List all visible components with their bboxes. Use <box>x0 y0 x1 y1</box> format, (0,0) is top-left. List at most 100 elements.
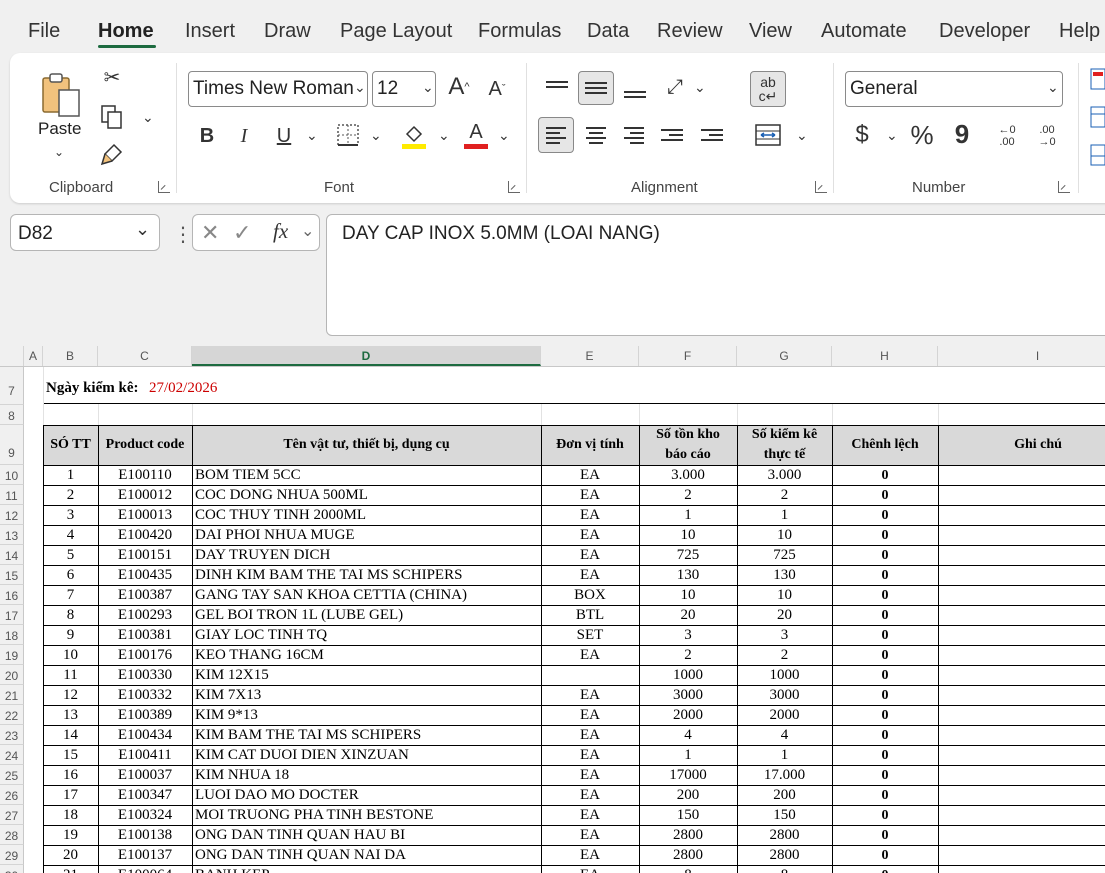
cell-name[interactable]: KIM 12X15 <box>195 666 544 685</box>
cut-icon[interactable]: ✂ <box>100 65 124 89</box>
cell-diff[interactable]: 0 <box>832 786 938 805</box>
column-header-selected[interactable]: D <box>192 346 541 366</box>
cell-diff[interactable]: 0 <box>832 546 938 565</box>
row-header[interactable]: 22 <box>0 705 24 725</box>
cell-name[interactable]: DAY TRUYEN DICH <box>195 546 544 565</box>
cell-name[interactable]: DINH KIM BAM THE TAI MS SCHIPERS <box>195 566 544 585</box>
cell-diff[interactable]: 0 <box>832 626 938 645</box>
cell-unit[interactable]: EA <box>541 806 639 825</box>
cell-diff[interactable]: 0 <box>832 566 938 585</box>
cell-unit[interactable]: EA <box>541 846 639 865</box>
conditional-format-icon[interactable] <box>1090 67 1105 91</box>
percent-icon[interactable]: % <box>908 119 936 151</box>
row-header[interactable]: 27 <box>0 805 24 825</box>
cell-stt[interactable]: 10 <box>43 646 98 665</box>
cell-diff[interactable]: 0 <box>832 686 938 705</box>
cell-diff[interactable]: 0 <box>832 466 938 485</box>
cell-reported[interactable]: 4 <box>639 726 737 745</box>
row-header[interactable]: 20 <box>0 665 24 685</box>
align-middle-icon[interactable] <box>578 71 614 105</box>
cell-code[interactable]: E100420 <box>98 526 192 545</box>
row-header[interactable]: 9 <box>0 425 24 465</box>
row-header[interactable]: 8 <box>0 405 24 425</box>
decrease-indent-icon[interactable] <box>658 119 686 151</box>
row-header[interactable]: 21 <box>0 685 24 705</box>
cell-actual[interactable]: 2000 <box>737 706 832 725</box>
cell-unit[interactable]: EA <box>541 826 639 845</box>
cell-diff[interactable]: 0 <box>832 866 938 873</box>
cell-actual[interactable]: 1 <box>737 746 832 765</box>
format-painter-icon[interactable] <box>98 141 126 167</box>
row-header[interactable]: 23 <box>0 725 24 745</box>
cell-stt[interactable]: 15 <box>43 746 98 765</box>
tab-page-layout[interactable]: Page Layout <box>340 20 452 43</box>
cell-reported[interactable]: 2 <box>639 486 737 505</box>
cell-actual[interactable]: 2800 <box>737 826 832 845</box>
cell-name[interactable]: KIM BAM THE TAI MS SCHIPERS <box>195 726 544 745</box>
row-header[interactable]: 14 <box>0 545 24 565</box>
cell-code[interactable]: E100347 <box>98 786 192 805</box>
cell-reported[interactable]: 3.000 <box>639 466 737 485</box>
insert-function-icon[interactable]: fx <box>273 219 288 244</box>
font-name-chevron-icon[interactable]: ⌄ <box>354 79 366 96</box>
cell-stt[interactable]: 2 <box>43 486 98 505</box>
cell-reported[interactable]: 2800 <box>639 826 737 845</box>
merge-chevron-icon[interactable]: ⌄ <box>796 127 808 144</box>
column-header[interactable]: E <box>541 346 639 366</box>
cell-unit[interactable]: BOX <box>541 586 639 605</box>
cell-name[interactable]: KIM CAT DUOI DIEN XINZUAN <box>195 746 544 765</box>
align-center-icon[interactable] <box>582 119 610 151</box>
row-header[interactable]: 30 <box>0 865 24 873</box>
cell-code[interactable]: E100330 <box>98 666 192 685</box>
currency-chevron-icon[interactable]: ⌄ <box>886 127 898 144</box>
underline-button[interactable]: U <box>272 121 296 151</box>
cell-unit[interactable]: EA <box>541 486 639 505</box>
name-box[interactable]: D82 ⌄ <box>10 214 160 251</box>
cell-stt[interactable]: 4 <box>43 526 98 545</box>
cell-unit[interactable]: EA <box>541 546 639 565</box>
row-header[interactable]: 28 <box>0 825 24 845</box>
cell-code[interactable]: E100037 <box>98 766 192 785</box>
tab-file[interactable]: File <box>28 20 60 43</box>
underline-chevron-icon[interactable]: ⌄ <box>306 127 318 144</box>
tab-draw[interactable]: Draw <box>264 20 311 43</box>
cell-actual[interactable]: 17.000 <box>737 766 832 785</box>
cell-name[interactable]: KIM 7X13 <box>195 686 544 705</box>
row-header[interactable]: 16 <box>0 585 24 605</box>
cell-diff[interactable]: 0 <box>832 666 938 685</box>
cell-stt[interactable]: 20 <box>43 846 98 865</box>
cell-code[interactable]: E100434 <box>98 726 192 745</box>
cell-code[interactable]: E100293 <box>98 606 192 625</box>
cell-name[interactable]: GEL BOI TRON 1L (LUBE GEL) <box>195 606 544 625</box>
shrink-font-icon[interactable]: Aˇ <box>482 73 512 105</box>
cell-unit[interactable]: EA <box>541 746 639 765</box>
merge-center-icon[interactable] <box>752 121 784 149</box>
cell-actual[interactable]: 3.000 <box>737 466 832 485</box>
cell-actual[interactable]: 20 <box>737 606 832 625</box>
worksheet-grid[interactable]: 7 8 9 10 11 12 13 14 15 16 17 18 19 20 21 22 23 24 25 26 27 2… <box>0 367 1105 873</box>
cell-stt[interactable]: 19 <box>43 826 98 845</box>
row-header[interactable]: 15 <box>0 565 24 585</box>
font-size-chevron-icon[interactable]: ⌄ <box>422 79 434 96</box>
cell-diff[interactable]: 0 <box>832 706 938 725</box>
cell-actual[interactable]: 2 <box>737 646 832 665</box>
cell-stt[interactable]: 13 <box>43 706 98 725</box>
cell-code[interactable]: E100411 <box>98 746 192 765</box>
fx-chevron-icon[interactable]: ⌄ <box>301 221 314 241</box>
cell-reported[interactable]: 1 <box>639 506 737 525</box>
number-launcher-icon[interactable] <box>1058 181 1070 193</box>
cell-actual[interactable]: 2800 <box>737 846 832 865</box>
cell-reported[interactable]: 20 <box>639 606 737 625</box>
cell-name[interactable]: COC DONG NHUA 500ML <box>195 486 544 505</box>
cell-diff[interactable]: 0 <box>832 806 938 825</box>
cell-diff[interactable]: 0 <box>832 586 938 605</box>
cell-actual[interactable]: 3000 <box>737 686 832 705</box>
italic-button[interactable]: I <box>232 121 256 151</box>
cell-reported[interactable]: 2 <box>639 646 737 665</box>
row-header[interactable]: 11 <box>0 485 24 505</box>
cell-actual[interactable]: 2 <box>737 486 832 505</box>
cell-diff[interactable]: 0 <box>832 486 938 505</box>
row-header[interactable]: 24 <box>0 745 24 765</box>
cell-name[interactable]: ONG DAN TINH QUAN HAU BI <box>195 826 544 845</box>
paste-chevron-icon[interactable]: ⌄ <box>54 145 64 159</box>
